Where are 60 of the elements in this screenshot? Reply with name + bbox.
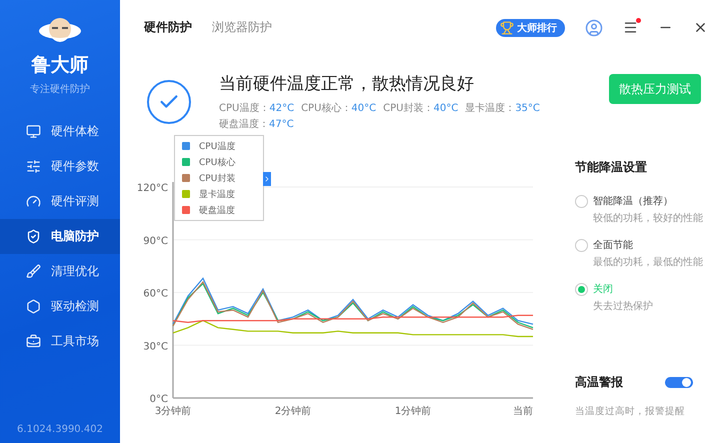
axis-label: 60°C [143, 288, 168, 300]
tab[interactable]: 硬件防护 [144, 19, 192, 36]
option-description: 失去过热保护 [593, 300, 653, 313]
check-circle-icon [147, 80, 191, 124]
alert-description: 当温度过高时，报警提醒 [575, 405, 686, 418]
axis-label: 3分钟前 [154, 406, 192, 417]
monitor-icon [26, 124, 41, 139]
menu-icon[interactable] [623, 20, 638, 35]
legend-label: CPU核心 [199, 156, 236, 168]
section-title: 高温警报 [575, 374, 623, 391]
sidebar-item[interactable]: 清理优化 [0, 254, 120, 289]
version-label: 6.1024.3990.402 [17, 424, 103, 435]
option-description: 最低的功耗，最低的性能 [593, 256, 703, 269]
temperature-reading: CPU核心：40°C [301, 102, 376, 115]
temperature-reading: 硬盘温度：47°C [219, 118, 294, 131]
sidebar-item[interactable]: 硬件体检 [0, 114, 120, 149]
sidebar-item[interactable]: 硬件参数 [0, 149, 120, 184]
temperature-reading: CPU温度：42°C [219, 102, 294, 115]
axis-label: 120°C [136, 183, 168, 194]
legend-label: CPU封装 [199, 172, 236, 184]
temperature-reading: 显卡温度：35°C [465, 102, 540, 115]
briefcase-icon [26, 334, 41, 349]
temperature-reading: CPU封装：40°C [383, 102, 458, 115]
tab[interactable]: 浏览器防护 [212, 19, 272, 36]
axis-label: 30°C [143, 341, 168, 352]
close-icon[interactable] [693, 20, 708, 35]
user-icon[interactable] [585, 18, 603, 36]
radio-button[interactable] [575, 283, 588, 296]
option-description: 较低的功耗，较好的性能 [593, 212, 703, 225]
collapse-legend-button[interactable] [263, 172, 271, 186]
sidebar-item[interactable]: 电脑防护 [0, 219, 120, 254]
axis-label: 0°C [150, 394, 168, 405]
alert-toggle[interactable] [665, 377, 693, 388]
gauge-icon [26, 194, 41, 209]
ranking-button[interactable]: 大师排行 [496, 18, 565, 36]
axis-label: 90°C [143, 236, 168, 247]
sliders-icon [26, 159, 41, 174]
legend-label: CPU温度 [199, 140, 236, 152]
legend-label: 显卡温度 [199, 188, 235, 200]
sidebar-item[interactable]: 工具市场 [0, 324, 120, 359]
brand-tagline: 专注硬件防护 [30, 82, 90, 96]
shield-icon [26, 229, 41, 244]
option-label: 全面节能 [593, 238, 634, 252]
axis-label: 2分钟前 [274, 406, 312, 417]
option-label: 智能降温（推荐） [593, 194, 674, 208]
brand-name: 鲁大师 [32, 53, 88, 78]
sidebar-item[interactable]: 硬件评测 [0, 184, 120, 219]
radio-button[interactable] [575, 239, 588, 252]
sidebar-item[interactable]: 驱动检测 [0, 289, 120, 324]
brush-icon [26, 264, 41, 279]
radio-button[interactable] [575, 195, 588, 208]
status-title: 当前硬件温度正常，散热情况良好 [219, 73, 475, 95]
section-title: 节能降温设置 [575, 159, 648, 176]
trophy-icon [500, 20, 514, 34]
option-label: 关闭 [593, 282, 614, 296]
chevron-icon [263, 175, 271, 183]
axis-label: 1分钟前 [394, 406, 432, 417]
legend-label: 硬盘温度 [199, 204, 235, 216]
hexagon-icon [26, 299, 41, 314]
axis-label: 当前 [513, 406, 533, 417]
